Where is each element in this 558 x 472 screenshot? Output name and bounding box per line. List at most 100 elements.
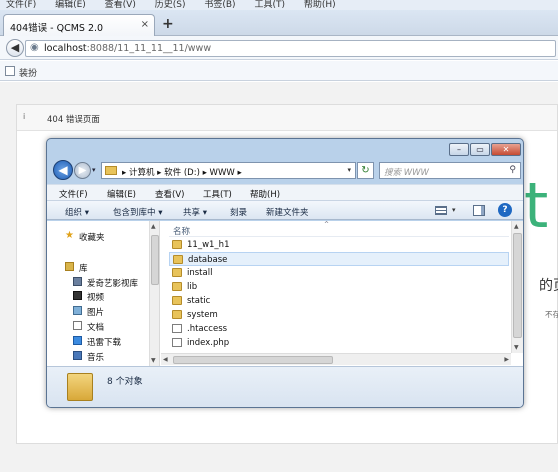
url-bar[interactable]: ◉ localhost:8088/11_11_11__11/www xyxy=(25,40,556,57)
preview-pane-icon[interactable] xyxy=(473,205,485,216)
tab-strip: 404错误 - QCMS 2.0 × + xyxy=(0,10,558,37)
error-heading: 的页 xyxy=(539,278,558,294)
bookmarks-bar: 装扮 xyxy=(0,61,558,81)
scroll-right-icon[interactable]: ▶ xyxy=(504,356,509,363)
organize-button[interactable]: 组织 ▾ xyxy=(65,206,89,218)
nav-item-music[interactable]: 音乐 xyxy=(87,351,104,363)
folder-large-icon xyxy=(67,373,93,401)
search-icon: ⚲ xyxy=(509,165,516,175)
folder-icon xyxy=(172,268,182,277)
nav-item-pictures[interactable]: 图片 xyxy=(87,306,104,318)
search-input[interactable]: 搜索 WWW xyxy=(384,166,429,178)
file-row[interactable]: install xyxy=(169,266,509,280)
menu-file[interactable]: 文件(F) xyxy=(6,1,36,10)
panel-header: i 404 错误页面 xyxy=(17,105,557,131)
info-icon: i xyxy=(23,112,26,121)
minimize-button[interactable]: – xyxy=(449,143,469,156)
nav-scrollbar[interactable]: ▲ ▼ xyxy=(149,221,159,366)
refresh-button[interactable]: ↻ xyxy=(357,162,374,179)
tab-404[interactable]: 404错误 - QCMS 2.0 × xyxy=(3,14,155,37)
explorer-forward-button[interactable]: ▶ xyxy=(74,162,91,179)
file-list-pane: ^ 名称 11_w1_h1 database install lib stati… xyxy=(161,221,523,366)
explorer-menu-tools[interactable]: 工具(T) xyxy=(203,188,232,200)
file-name: 11_w1_h1 xyxy=(187,240,230,250)
folder-icon xyxy=(172,282,182,291)
explorer-back-button[interactable]: ◀ xyxy=(53,160,73,180)
explorer-menu-help[interactable]: 帮助(H) xyxy=(250,188,280,200)
explorer-menu-bar: 文件(F) 编辑(E) 查看(V) 工具(T) 帮助(H) xyxy=(47,184,523,200)
bookmark-item[interactable]: 装扮 xyxy=(19,66,37,79)
search-box[interactable]: 搜索 WWW ⚲ xyxy=(379,162,521,179)
browser-menu-bar: 文件(F) 编辑(E) 查看(V) 历史(S) 书签(B) 工具(T) 帮助(H… xyxy=(0,0,558,10)
file-row[interactable]: static xyxy=(169,294,509,308)
folder-icon xyxy=(172,240,182,249)
tab-close-icon[interactable]: × xyxy=(141,19,149,30)
music-icon xyxy=(73,351,82,360)
menu-help[interactable]: 帮助(H) xyxy=(304,1,336,10)
file-hscroll-thumb[interactable] xyxy=(173,356,333,364)
menu-history[interactable]: 历史(S) xyxy=(155,1,186,10)
recent-locations-dropdown[interactable]: ▾ xyxy=(92,166,96,174)
scroll-up-icon[interactable]: ▲ xyxy=(514,223,519,230)
document-icon xyxy=(73,321,82,330)
nav-item-library[interactable]: 库 xyxy=(79,262,88,274)
menu-tools[interactable]: 工具(T) xyxy=(254,1,285,10)
file-vertical-scrollbar[interactable]: ▲ ▼ xyxy=(511,221,523,353)
scroll-down-icon[interactable]: ▼ xyxy=(514,344,519,351)
share-button[interactable]: 共享 ▾ xyxy=(183,206,207,218)
file-name: index.php xyxy=(187,338,230,348)
view-dropdown[interactable]: ▾ xyxy=(452,206,456,214)
header-divider xyxy=(169,236,509,237)
scroll-up-icon[interactable]: ▲ xyxy=(151,223,156,230)
nav-item-favorites[interactable]: 收藏夹 xyxy=(79,231,105,243)
file-row[interactable]: lib xyxy=(169,280,509,294)
close-button[interactable]: ✕ xyxy=(491,143,521,156)
file-horizontal-scrollbar[interactable]: ◀ ▶ xyxy=(161,353,511,365)
file-name: database xyxy=(188,255,228,265)
file-row-selected[interactable]: database xyxy=(169,252,509,266)
explorer-menu-edit[interactable]: 编辑(E) xyxy=(107,188,136,200)
address-dropdown[interactable]: ▾ xyxy=(347,166,351,174)
video-icon xyxy=(73,291,82,300)
file-icon xyxy=(172,338,182,347)
new-tab-button[interactable]: + xyxy=(162,16,174,32)
back-button[interactable]: ◀ xyxy=(6,39,24,57)
explorer-menu-file[interactable]: 文件(F) xyxy=(59,188,88,200)
file-row[interactable]: index.php xyxy=(169,336,509,350)
file-icon xyxy=(172,324,182,333)
nav-item-xunlei[interactable]: 迅雷下载 xyxy=(87,336,121,348)
file-name: static xyxy=(187,296,211,306)
include-in-library-button[interactable]: 包含到库中 ▾ xyxy=(113,206,162,218)
command-bar: 组织 ▾ 包含到库中 ▾ 共享 ▾ 刻录 新建文件夹 ▾ ? xyxy=(47,200,523,220)
file-name: lib xyxy=(187,282,198,292)
menu-edit[interactable]: 编辑(E) xyxy=(55,1,86,10)
url-text: localhost:8088/11_11_11__11/www xyxy=(44,43,212,54)
burn-button[interactable]: 刻录 xyxy=(230,206,247,218)
help-icon[interactable]: ? xyxy=(498,203,512,217)
maximize-button[interactable]: ▭ xyxy=(470,143,490,156)
error-graphic-text: t xyxy=(524,169,549,242)
explorer-address-row: ◀ ▶ ▾ ▸ 计算机 ▸ 软件 (D:) ▸ WWW ▸ ▾ 搜索 WWW ⚲… xyxy=(47,159,523,183)
change-view-icon[interactable] xyxy=(435,206,447,215)
file-row[interactable]: 11_w1_h1 xyxy=(169,238,509,252)
menu-view[interactable]: 查看(V) xyxy=(105,1,136,10)
nav-item-documents[interactable]: 文档 xyxy=(87,321,104,333)
explorer-menu-view[interactable]: 查看(V) xyxy=(155,188,184,200)
scroll-left-icon[interactable]: ◀ xyxy=(163,356,168,363)
file-scroll-thumb[interactable] xyxy=(513,233,522,338)
file-row[interactable]: system xyxy=(169,308,509,322)
scroll-down-icon[interactable]: ▼ xyxy=(151,357,156,364)
nav-item-videos[interactable]: 视频 xyxy=(87,291,104,303)
file-name: system xyxy=(187,310,218,320)
navigation-pane: ★ 收藏夹 库 爱奇艺影视库 视频 图片 文档 迅雷下载 音乐 ▲ ▼ xyxy=(47,221,160,366)
nav-scroll-thumb[interactable] xyxy=(151,235,159,285)
file-row[interactable]: .htaccess xyxy=(169,322,509,336)
new-folder-button[interactable]: 新建文件夹 xyxy=(266,206,309,218)
menu-bookmarks[interactable]: 书签(B) xyxy=(204,1,235,10)
video-library-icon xyxy=(73,277,82,286)
nav-item-iqiyi[interactable]: 爱奇艺影视库 xyxy=(87,277,138,289)
star-icon: ★ xyxy=(65,230,74,241)
address-bar[interactable]: ▸ 计算机 ▸ 软件 (D:) ▸ WWW ▸ ▾ xyxy=(101,162,356,179)
bookmark-page-icon xyxy=(5,66,15,76)
explorer-window[interactable]: – ▭ ✕ ◀ ▶ ▾ ▸ 计算机 ▸ 软件 (D:) ▸ WWW ▸ ▾ 搜索… xyxy=(46,138,524,408)
